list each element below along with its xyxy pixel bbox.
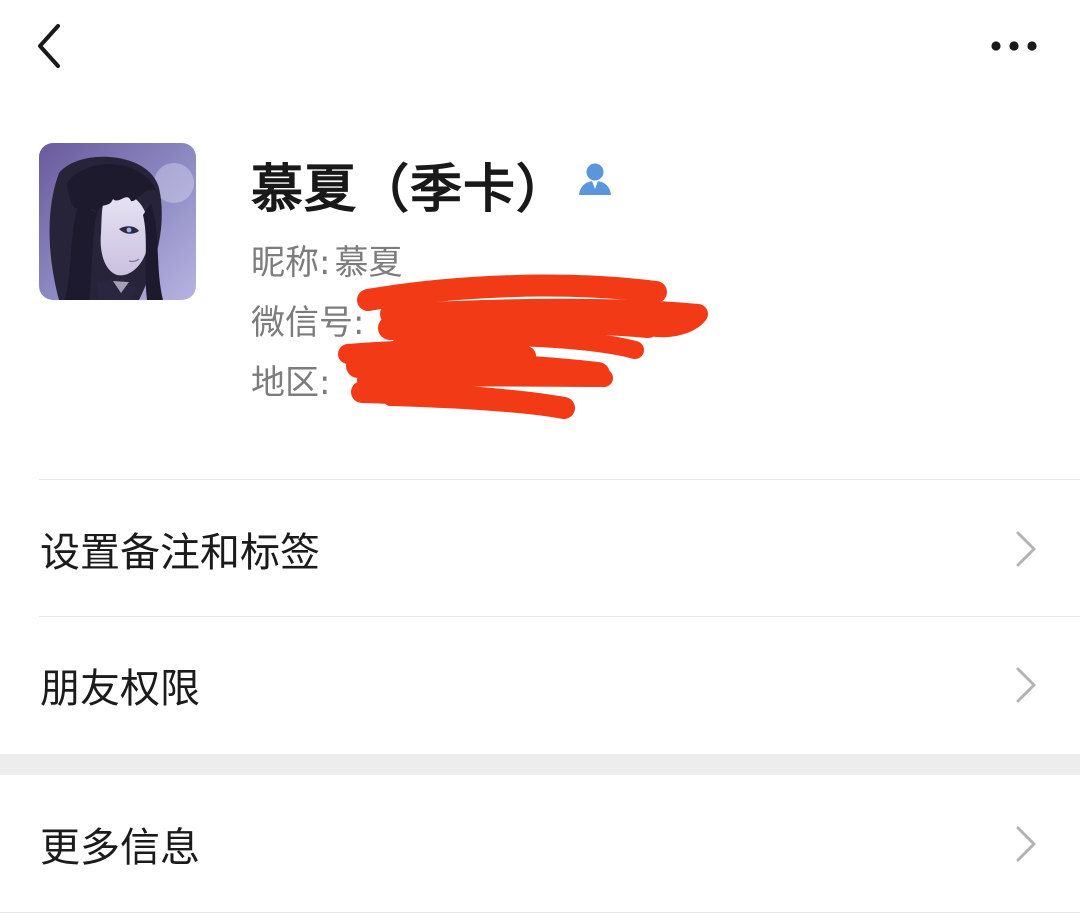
anime-girl-avatar-image xyxy=(39,143,196,300)
set-remark-and-tags-label: 设置备注和标签 xyxy=(40,530,320,576)
display-name: 慕夏（季卡） xyxy=(251,159,570,220)
chevron-right-icon xyxy=(1016,667,1036,703)
divider xyxy=(39,479,1080,480)
nickname-label: 昵称: xyxy=(251,242,331,283)
set-remark-and-tags-row[interactable]: 设置备注和标签 xyxy=(0,481,1080,617)
redaction-scribble xyxy=(338,274,708,419)
more-info-row[interactable]: 更多信息 xyxy=(0,776,1080,912)
back-button[interactable] xyxy=(28,20,76,72)
region-line: 地区: xyxy=(251,354,330,404)
chevron-left-icon xyxy=(38,24,60,68)
chevron-right-icon xyxy=(1016,531,1036,567)
section-separator xyxy=(0,754,1080,775)
chevron-right-icon xyxy=(1016,826,1036,862)
more-options-button[interactable] xyxy=(984,24,1044,68)
region-label: 地区: xyxy=(251,362,331,403)
contact-person-icon xyxy=(579,163,612,195)
wechat-id-label: 微信号: xyxy=(251,302,365,343)
wechat-id-line: 微信号: xyxy=(251,294,364,344)
friend-permissions-label: 朋友权限 xyxy=(40,666,200,712)
nickname-value: 慕夏 xyxy=(334,242,403,283)
more-horizontal-icon xyxy=(991,41,1037,51)
contact-profile-screen: 慕夏（季卡） 昵称: 慕夏 微信号: 地区: 设置备注和标签 朋友权限 更多信息 xyxy=(0,0,1080,914)
avatar[interactable] xyxy=(39,143,196,300)
friend-permissions-row[interactable]: 朋友权限 xyxy=(0,617,1080,753)
more-info-label: 更多信息 xyxy=(40,825,200,871)
divider xyxy=(0,912,1080,913)
nickname-line: 昵称: 慕夏 xyxy=(251,234,402,284)
display-name-row: 慕夏（季卡） xyxy=(251,146,615,222)
